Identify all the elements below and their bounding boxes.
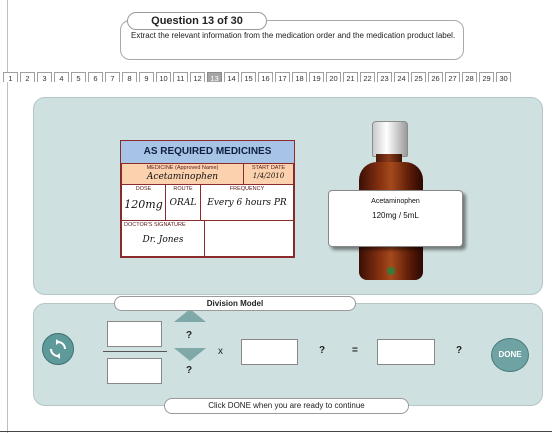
question-nav-item[interactable]: 15 — [241, 72, 256, 82]
question-nav-item[interactable]: 5 — [71, 72, 86, 82]
question-nav-item[interactable]: 20 — [326, 72, 341, 82]
dose-label: DOSE — [135, 186, 152, 192]
route-cell: ROUTE ORAL — [165, 184, 201, 221]
bottle-label: Acetaminophen 120mg / 5mL — [328, 190, 463, 247]
division-model-title: Division Model — [114, 296, 356, 311]
question-nav-item[interactable]: 21 — [343, 72, 358, 82]
bottle-strength: 120mg / 5mL — [372, 211, 419, 220]
question-header: Question 13 of 30 — [127, 12, 267, 30]
question-nav-item[interactable]: 24 — [394, 72, 409, 82]
frequency-cell: FREQUENCY Every 6 hours PR — [200, 184, 294, 221]
swap-down-arrow-icon[interactable] — [174, 348, 206, 361]
start-date-cell: START DATE 1/4/2010 — [243, 163, 294, 185]
signature-blank-cell — [204, 220, 294, 257]
fraction-bar — [103, 351, 167, 352]
route-label: ROUTE — [173, 186, 193, 192]
signature-label: DOCTOR'S SIGNATURE — [124, 222, 186, 228]
denominator-input[interactable] — [107, 358, 162, 384]
question-nav-item[interactable]: 2 — [20, 72, 35, 82]
question-nav-item[interactable]: 1 — [3, 72, 18, 82]
refresh-icon — [50, 339, 66, 359]
dose-value: 120mg — [124, 198, 163, 211]
question-nav-item[interactable]: 4 — [54, 72, 69, 82]
start-date-value: 1/4/2010 — [252, 172, 285, 180]
reset-button[interactable] — [42, 333, 74, 365]
question-nav-item[interactable]: 18 — [292, 72, 307, 82]
question-nav-item[interactable]: 11 — [173, 72, 188, 82]
question-nav-item[interactable]: 23 — [377, 72, 392, 82]
question-nav-item[interactable]: 29 — [479, 72, 494, 82]
question-nav-item[interactable]: 3 — [37, 72, 52, 82]
question-nav-item[interactable]: 13 — [207, 72, 222, 82]
question-nav-item[interactable]: 30 — [496, 72, 511, 82]
medication-order-card: AS REQUIRED MEDICINES MEDICINE (Approved… — [120, 140, 295, 258]
question-nav: 1 2 3 4 5 6 7 8 9 10 11 12 13 14 15 16 17 18 19 20 21 22 23 24 2… — [3, 68, 552, 82]
route-value: ORAL — [169, 198, 197, 208]
question-nav-item[interactable]: 17 — [275, 72, 290, 82]
question-nav-item[interactable]: 28 — [462, 72, 477, 82]
question-nav-item[interactable]: 12 — [190, 72, 205, 82]
question-prompt: Extract the relevant information from th… — [131, 31, 456, 40]
footer-instruction: Click DONE when you are ready to continu… — [164, 398, 409, 414]
question-nav-item[interactable]: 6 — [88, 72, 103, 82]
question-nav-item[interactable]: 19 — [309, 72, 324, 82]
equals-sign: = — [352, 345, 358, 356]
frequency-value: Every 6 hours PR — [207, 198, 287, 208]
question-nav-item[interactable]: 25 — [411, 72, 426, 82]
question-nav-item[interactable]: 22 — [360, 72, 375, 82]
bottle-drug-name: Acetaminophen — [371, 198, 420, 205]
question-nav-item[interactable]: 14 — [224, 72, 239, 82]
question-nav-item[interactable]: 8 — [122, 72, 137, 82]
bottle-cap — [372, 121, 408, 157]
question-nav-item[interactable]: 27 — [445, 72, 460, 82]
numerator-unit: ? — [186, 330, 193, 341]
medicine-label: MEDICINE (Approved Name) — [146, 165, 219, 171]
frequency-label: FREQUENCY — [229, 186, 265, 192]
medicine-value: Acetaminophen — [146, 172, 219, 182]
signature-value: Dr. Jones — [142, 235, 184, 245]
question-nav-item[interactable]: 16 — [258, 72, 273, 82]
dose-cell: DOSE 120mg — [121, 184, 166, 221]
question-nav-item[interactable]: 7 — [105, 72, 120, 82]
multiply-sign: x — [218, 346, 223, 357]
bottom-divider — [0, 431, 552, 432]
question-nav-item[interactable]: 10 — [156, 72, 171, 82]
medicine-cell: MEDICINE (Approved Name) Acetaminophen — [121, 163, 244, 185]
denominator-unit: ? — [186, 365, 193, 376]
result-input[interactable] — [377, 339, 435, 365]
order-card-title: AS REQUIRED MEDICINES — [121, 141, 294, 164]
numerator-input[interactable] — [107, 321, 162, 347]
multiplier-input[interactable] — [241, 339, 298, 365]
question-nav-item[interactable]: 9 — [139, 72, 154, 82]
question-nav-item[interactable]: 26 — [428, 72, 443, 82]
signature-cell: DOCTOR'S SIGNATURE Dr. Jones — [121, 220, 205, 257]
multiplier-unit: ? — [319, 345, 326, 356]
start-date-label: START DATE — [251, 165, 286, 171]
bottle-logo-icon — [387, 267, 395, 275]
done-button[interactable]: DONE — [491, 338, 529, 372]
result-unit: ? — [456, 345, 463, 356]
